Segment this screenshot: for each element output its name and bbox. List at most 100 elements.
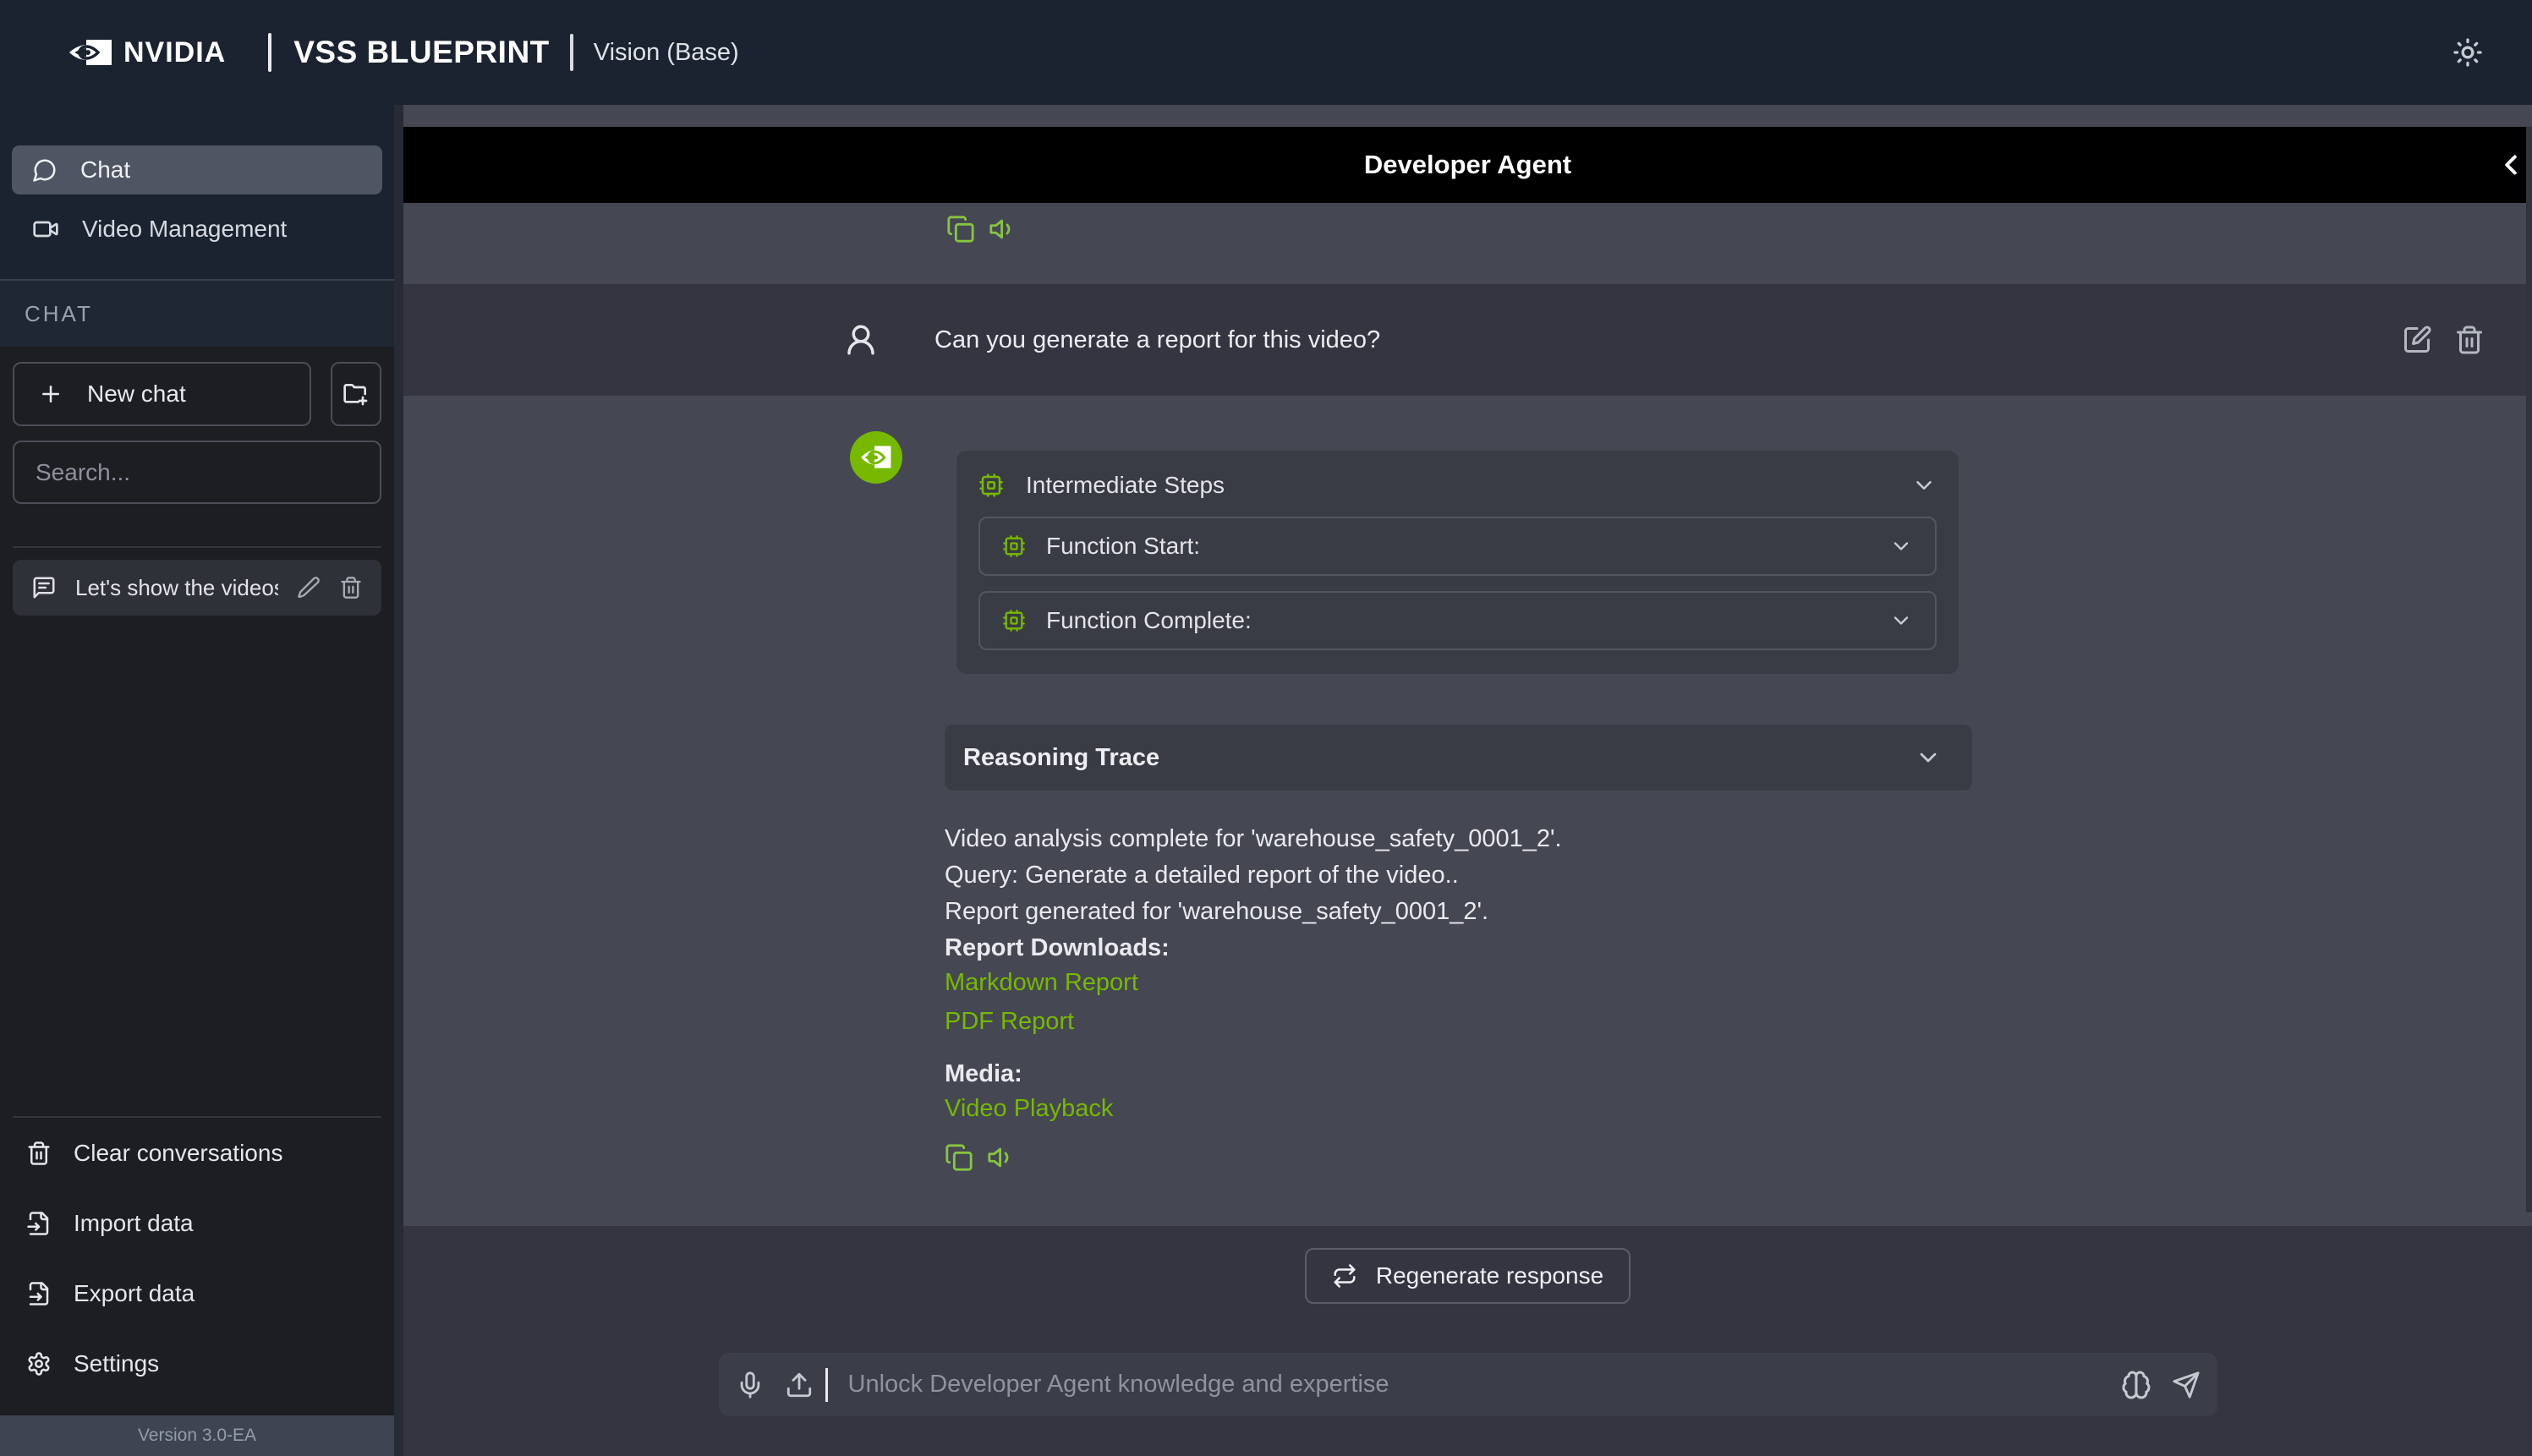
footer-item-label: Settings [74,1350,159,1377]
app-title: VSS BLUEPRINT [293,35,550,70]
function-start-accordion[interactable]: Function Start: [978,517,1937,576]
chat-footer: Regenerate response [403,1226,2532,1456]
speaker-icon [987,1143,1016,1172]
previous-message-actions [403,203,2532,284]
chat-section-label: CHAT [0,281,394,347]
settings-button[interactable]: Settings [13,1328,381,1399]
brand-divider [570,34,573,71]
analysis-status-line: Video analysis complete for 'warehouse_s… [945,824,1972,853]
trash-icon [2454,325,2485,355]
upload-file-button[interactable] [785,1371,814,1399]
agent-title-bar: Developer Agent [403,127,2532,203]
markdown-report-link[interactable]: Markdown Report [945,968,1972,997]
sun-icon [2451,36,2485,69]
assistant-message-body: Video analysis complete for 'warehouse_s… [945,824,1972,1123]
upload-icon [785,1371,814,1399]
new-chat-label: New chat [87,380,186,408]
reasoning-trace-panel[interactable]: Reasoning Trace [945,725,1972,791]
file-import-icon [26,1211,52,1236]
trash-icon [26,1141,52,1166]
footer-item-label: Export data [74,1280,195,1307]
export-data-button[interactable]: Export data [13,1258,381,1328]
plus-icon [38,381,63,407]
function-complete-label: Function Complete: [1046,607,1252,634]
message-circle-icon [32,157,58,183]
user-avatar-icon [843,322,879,358]
read-aloud-button[interactable] [987,1143,1016,1172]
pdf-report-link[interactable]: PDF Report [945,1007,1972,1036]
intermediate-steps-panel: Intermediate Steps Function Start: [956,451,1959,674]
message-list: Can you generate a report for this video… [403,203,2532,1226]
rename-conversation-button[interactable] [297,576,321,599]
chat-input[interactable] [848,1371,2101,1399]
assistant-nvidia-avatar [850,431,902,484]
sidebar: Chat Video Management CHAT New chat [0,105,394,1456]
send-message-button[interactable] [2172,1371,2200,1399]
voice-input-button[interactable] [736,1371,765,1399]
media-heading: Media: [945,1059,1972,1088]
speaker-icon [989,215,1017,244]
assistant-message-content: Intermediate Steps Function Start: [945,431,1972,1226]
collapse-panel-button[interactable] [2495,127,2527,203]
pencil-icon [297,576,321,599]
nvidia-eye-logo-icon [66,36,115,69]
query-line: Query: Generate a detailed report of the… [945,861,1972,889]
app-subtitle: Vision (Base) [594,39,739,67]
repeat-icon [1332,1263,1357,1289]
knowledge-mode-button[interactable] [2121,1370,2151,1400]
cpu-chip-icon [978,473,1004,498]
copy-response-button[interactable] [946,215,975,244]
regenerate-label: Regenerate response [1376,1262,1603,1289]
function-complete-accordion[interactable]: Function Complete: [978,591,1937,650]
copy-icon [945,1143,973,1172]
version-label: Version 3.0-EA [0,1415,394,1456]
sidebar-nav: Chat Video Management [0,105,394,279]
delete-conversation-button[interactable] [339,576,363,599]
sidebar-spacer [13,616,381,1116]
assistant-message-row: Intermediate Steps Function Start: [403,396,2532,1226]
trash-icon [339,576,363,599]
theme-toggle-button[interactable] [2444,29,2491,76]
gear-icon [26,1351,52,1377]
chevron-down-icon[interactable] [1911,473,1937,498]
microphone-icon [736,1371,765,1399]
scrollbar[interactable] [2526,127,2532,1212]
function-start-label: Function Start: [1046,533,1200,560]
nav-item-label: Chat [80,156,130,183]
conversation-list-divider [13,546,381,548]
text-caret [825,1368,828,1402]
user-message-row: Can you generate a report for this video… [403,284,2532,396]
chevron-down-icon [1889,534,1913,558]
clear-conversations-button[interactable]: Clear conversations [13,1118,381,1188]
cpu-chip-icon [1002,534,1026,558]
report-status-line: Report generated for 'warehouse_safety_0… [945,897,1972,926]
sidebar-item-video-management[interactable]: Video Management [12,205,382,254]
brand-wordmark: NVIDIA [123,36,226,69]
regenerate-response-button[interactable]: Regenerate response [1305,1248,1630,1304]
intermediate-steps-label: Intermediate Steps [1026,472,1225,499]
import-data-button[interactable]: Import data [13,1188,381,1258]
intermediate-steps-header[interactable]: Intermediate Steps [978,469,1937,501]
video-playback-link[interactable]: Video Playback [945,1094,1972,1123]
new-folder-button[interactable] [331,362,381,426]
brand-divider [268,33,271,72]
message-composer[interactable] [719,1353,2217,1416]
chat-main: Developer Agent Ca [394,105,2532,1456]
app-window: NVIDIA VSS BLUEPRINT Vision (Base) Chat … [0,0,2532,1456]
edit-message-button[interactable] [2402,325,2432,355]
sidebar-item-chat[interactable]: Chat [12,145,382,194]
sidebar-chat-panel: New chat Let's show the videos... [0,347,394,1415]
chevron-down-icon [1915,744,1942,771]
app-header: NVIDIA VSS BLUEPRINT Vision (Base) [0,0,2532,105]
file-export-icon [26,1281,52,1306]
conversation-list-item[interactable]: Let's show the videos... [13,560,381,616]
new-chat-button[interactable]: New chat [13,362,311,426]
agent-title: Developer Agent [1364,150,1571,180]
chevron-down-icon [1889,609,1913,632]
send-icon [2172,1371,2200,1399]
reasoning-trace-label: Reasoning Trace [963,744,1159,772]
copy-response-button[interactable] [945,1143,973,1172]
delete-message-button[interactable] [2454,325,2485,355]
search-input[interactable] [13,441,381,504]
read-aloud-button[interactable] [989,215,1017,244]
